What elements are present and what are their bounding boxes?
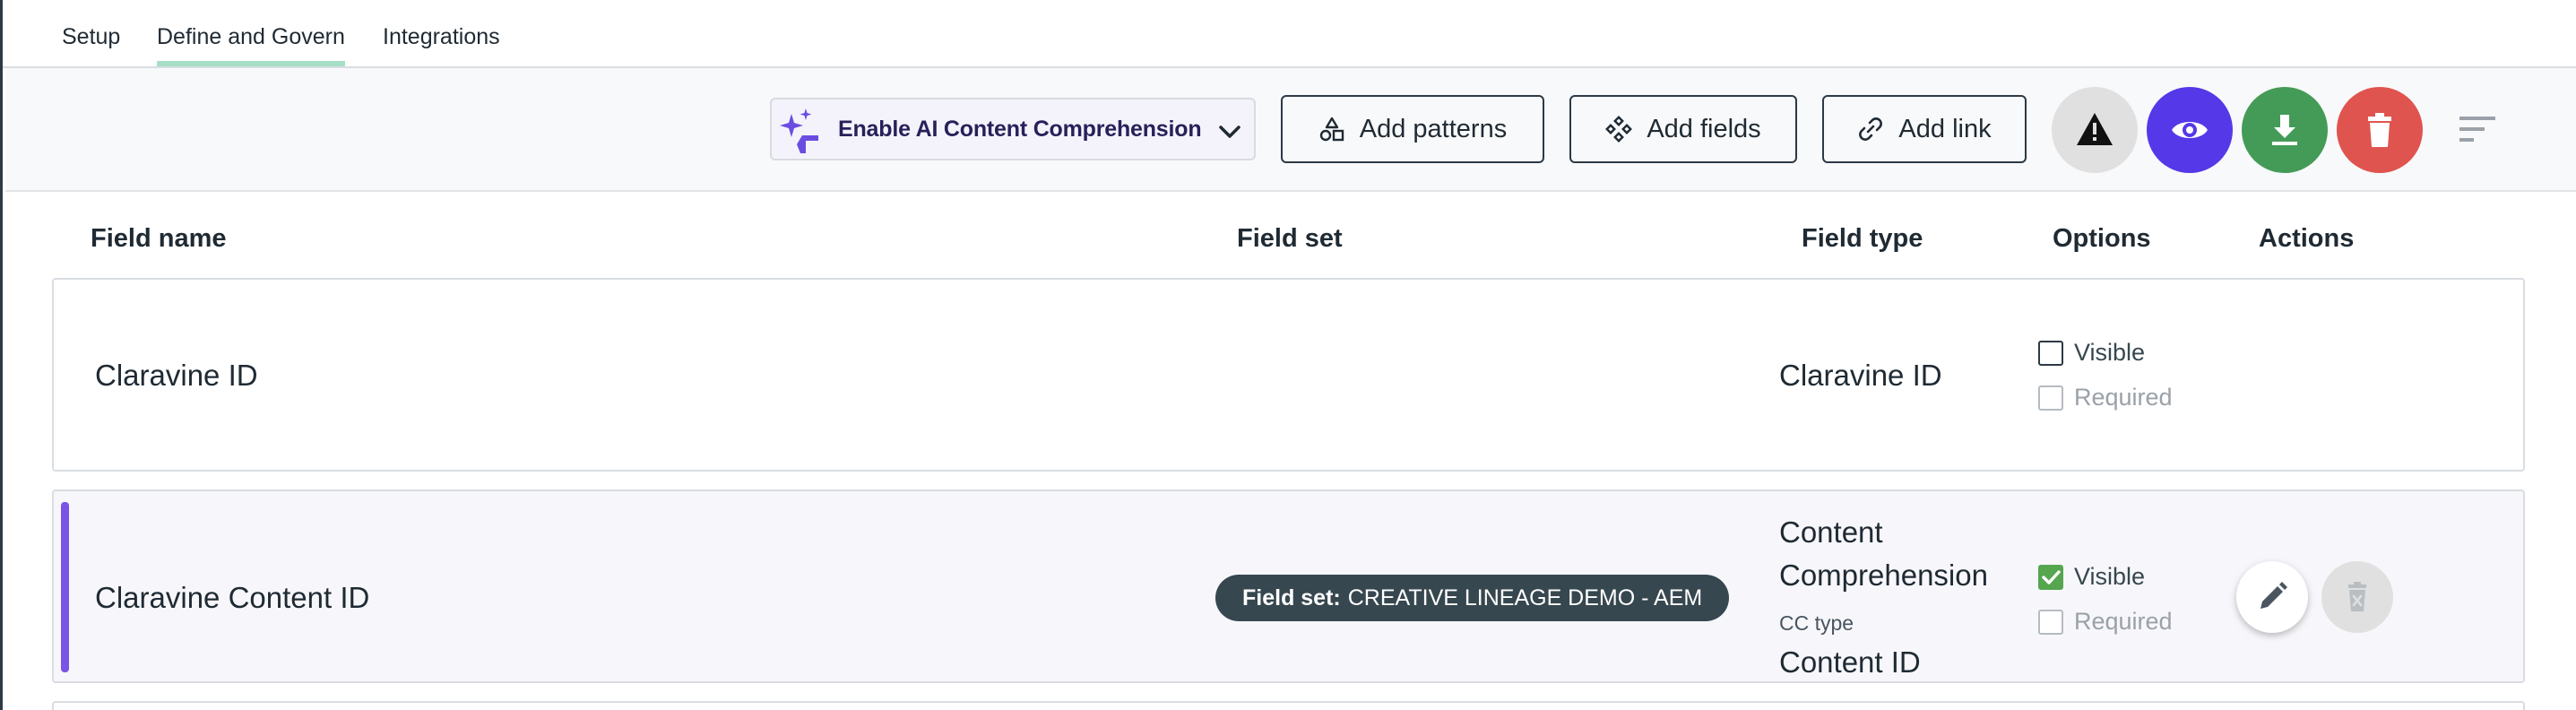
- field-type: Content Comprehension: [1779, 511, 1988, 597]
- download-icon: [2272, 115, 2297, 145]
- ai-select-label: Enable AI Content Comprehension: [838, 116, 1202, 142]
- eye-icon: [2172, 122, 2208, 138]
- warning-button[interactable]: [2052, 87, 2138, 173]
- visible-option[interactable]: Visible: [2038, 563, 2145, 591]
- chevron-down-icon: [1219, 126, 1240, 138]
- download-button[interactable]: [2242, 87, 2328, 173]
- field-name: Claravine ID: [95, 359, 258, 392]
- tab-bar: Setup Define and Govern Integrations: [3, 0, 2576, 68]
- field-type: Claravine ID: [1779, 359, 1942, 392]
- add-link-label: Add link: [1898, 114, 1992, 143]
- add-patterns-label: Add patterns: [1359, 114, 1508, 143]
- add-patterns-button[interactable]: Add patterns: [1281, 95, 1544, 163]
- ai-sparkle-icon: [780, 108, 818, 153]
- table-row[interactable]: Claravine ID Claravine ID Visible Requir…: [52, 278, 2525, 472]
- required-checkbox: [2038, 609, 2063, 635]
- visible-option[interactable]: Visible: [2038, 339, 2145, 367]
- row-accent-bar: [61, 502, 69, 672]
- required-option: Required: [2038, 384, 2173, 411]
- header-field-set: Field set: [1237, 224, 1343, 253]
- add-link-button[interactable]: Add link: [1822, 95, 2027, 163]
- table-row[interactable]: [52, 701, 2525, 710]
- header-field-type: Field type: [1802, 224, 1923, 253]
- delete-row-button[interactable]: [2321, 561, 2393, 633]
- field-name: Claravine Content ID: [95, 581, 370, 614]
- field-type-line2: Comprehension: [1779, 558, 1988, 592]
- tab-define-and-govern[interactable]: Define and Govern: [157, 23, 345, 66]
- field-type-line1: Content: [1779, 515, 1883, 549]
- sort-icon[interactable]: [2458, 113, 2497, 145]
- fields-grid-icon: [1605, 116, 1633, 143]
- edit-button[interactable]: [2236, 561, 2308, 633]
- required-label: Required: [2074, 384, 2173, 411]
- link-icon: [1859, 117, 1883, 141]
- add-fields-label: Add fields: [1647, 114, 1761, 143]
- header-actions: Actions: [2259, 224, 2355, 253]
- delete-all-button[interactable]: [2337, 87, 2423, 173]
- required-label: Required: [2074, 608, 2173, 635]
- header-field-name: Field name: [91, 224, 227, 253]
- checkmark-icon: [2042, 569, 2061, 584]
- header-options: Options: [2053, 224, 2151, 253]
- toolbar: Enable AI Content Comprehension Add patt…: [5, 68, 2576, 192]
- visible-label: Visible: [2074, 563, 2146, 590]
- table-row[interactable]: Claravine Content ID Field set: CREATIVE…: [52, 489, 2525, 683]
- required-option: Required: [2038, 608, 2173, 636]
- cc-type-label: CC type: [1779, 611, 1854, 635]
- trash-icon: [2368, 113, 2391, 147]
- add-fields-button[interactable]: Add fields: [1569, 95, 1797, 163]
- app-frame: Setup Define and Govern Integrations Ena…: [0, 0, 2576, 710]
- field-set-prefix: Field set:: [1242, 584, 1341, 610]
- ai-comprehension-select[interactable]: Enable AI Content Comprehension: [770, 98, 1256, 160]
- trash-x-icon: [2348, 582, 2366, 611]
- warning-icon: [2077, 113, 2113, 145]
- visible-checkbox[interactable]: [2038, 564, 2063, 590]
- tab-integrations[interactable]: Integrations: [383, 23, 500, 66]
- required-checkbox: [2038, 385, 2063, 411]
- shapes-icon: [1319, 117, 1344, 142]
- field-set-value: CREATIVE LINEAGE DEMO - AEM: [1347, 584, 1703, 610]
- cc-type-value: Content ID: [1779, 645, 1921, 679]
- visible-checkbox[interactable]: [2038, 340, 2063, 366]
- visible-label: Visible: [2074, 339, 2146, 366]
- tab-setup[interactable]: Setup: [62, 23, 120, 66]
- field-set-badge: Field set: CREATIVE LINEAGE DEMO - AEM: [1215, 575, 1730, 621]
- preview-button[interactable]: [2147, 87, 2233, 173]
- pencil-icon: [2260, 582, 2287, 609]
